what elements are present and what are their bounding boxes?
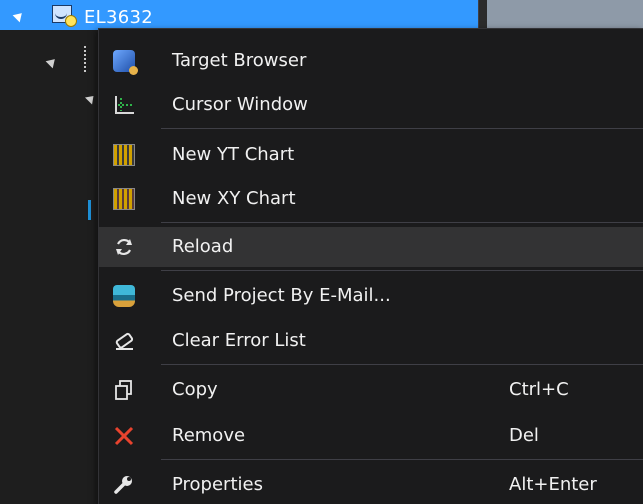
menu-item-label: Copy — [172, 379, 218, 400]
menu-item-label: New YT Chart — [172, 144, 295, 165]
yt-chart-icon — [113, 144, 135, 166]
menu-separator — [161, 364, 643, 365]
menu-item-label: Target Browser — [172, 50, 307, 71]
side-panel — [487, 0, 643, 30]
eraser-icon — [113, 330, 135, 352]
email-icon — [113, 285, 135, 307]
menu-item-label: Cursor Window — [172, 94, 308, 115]
menu-item-cursor-window[interactable]: Cursor Window — [99, 85, 643, 125]
expand-arrow-icon[interactable] — [84, 92, 98, 105]
tree-node-marker — [88, 200, 91, 220]
context-menu: Target Browser Cursor Window New YT Char… — [98, 28, 643, 504]
screen: EL3632 Target Browser Cursor Window New — [0, 0, 643, 504]
reload-icon — [113, 236, 135, 258]
menu-item-label: Properties — [172, 474, 263, 495]
menu-item-properties[interactable]: Properties Alt+Enter — [99, 465, 643, 504]
expand-arrow-icon[interactable] — [45, 55, 59, 69]
tree-root-label[interactable]: EL3632 — [84, 7, 153, 28]
menu-separator — [161, 459, 643, 460]
menu-item-shortcut: Del — [509, 425, 539, 446]
target-browser-icon — [113, 50, 138, 75]
menu-item-label: Remove — [172, 425, 246, 446]
menu-item-label: Send Project By E-Mail... — [172, 285, 391, 306]
xy-chart-icon — [113, 188, 135, 210]
menu-item-shortcut: Ctrl+C — [509, 379, 569, 400]
menu-item-new-yt-chart[interactable]: New YT Chart — [99, 135, 643, 175]
menu-item-remove[interactable]: Remove Del — [99, 416, 643, 456]
menu-item-label: Clear Error List — [172, 330, 306, 351]
menu-item-clear-error-list[interactable]: Clear Error List — [99, 321, 643, 361]
menu-item-label: New XY Chart — [172, 188, 296, 209]
menu-item-new-xy-chart[interactable]: New XY Chart — [99, 179, 643, 219]
copy-icon — [113, 379, 135, 401]
splitter[interactable] — [478, 0, 487, 30]
menu-item-copy[interactable]: Copy Ctrl+C — [99, 370, 643, 410]
menu-item-label: Reload — [172, 236, 234, 257]
menu-separator — [161, 270, 643, 271]
remove-icon — [113, 425, 135, 447]
menu-separator — [161, 128, 643, 129]
menu-item-target-browser[interactable]: Target Browser — [99, 41, 643, 81]
cursor-window-icon — [113, 94, 135, 116]
menu-item-send-email[interactable]: Send Project By E-Mail... — [99, 276, 643, 316]
menu-item-reload[interactable]: Reload — [99, 227, 643, 267]
menu-separator — [161, 222, 643, 223]
menu-item-shortcut: Alt+Enter — [509, 474, 597, 495]
terminal-device-icon — [52, 5, 77, 27]
wrench-icon — [113, 474, 135, 496]
